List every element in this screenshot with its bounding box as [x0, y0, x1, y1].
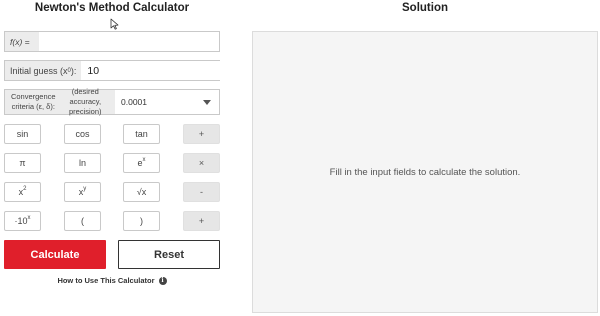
key-exp-superscript: x	[142, 157, 146, 163]
key-plus-2[interactable]: +	[183, 211, 220, 231]
convergence-select[interactable]: 0.0001	[115, 90, 219, 114]
function-label: f(x) =	[5, 32, 39, 51]
mouse-cursor-icon	[110, 18, 119, 30]
initial-guess-field: Initial guess (x 0):	[4, 60, 229, 81]
key-minus[interactable]: -	[183, 182, 220, 202]
key-tan[interactable]: tan	[123, 124, 160, 144]
key-power-superscript: y	[83, 186, 87, 192]
reset-button[interactable]: Reset	[118, 240, 220, 269]
convergence-field: Convergence criteria (ε, δ): (desired ac…	[4, 87, 220, 116]
key-power[interactable]: xy	[64, 182, 101, 202]
convergence-selected-value: 0.0001	[121, 97, 147, 107]
key-open-paren[interactable]: (	[64, 211, 101, 231]
convergence-label-line1: Convergence criteria (ε, δ):	[10, 92, 56, 111]
convergence-label-line2: (desired accuracy, precision)	[69, 87, 102, 116]
function-field: f(x) =	[4, 31, 220, 52]
key-exp[interactable]: ex	[123, 153, 160, 173]
key-square-superscript: 2	[23, 186, 27, 192]
key-cos[interactable]: cos	[64, 124, 101, 144]
calculator-title: Newton's Method Calculator	[34, 2, 190, 14]
initial-guess-label-end: ):	[70, 65, 77, 76]
key-times-ten-base: ·10	[14, 216, 28, 226]
key-plus[interactable]: +	[183, 124, 220, 144]
convergence-label: Convergence criteria (ε, δ): (desired ac…	[5, 87, 115, 116]
initial-guess-label-text: Initial guess (x	[10, 65, 68, 76]
initial-guess-input[interactable]	[81, 61, 229, 80]
solution-placeholder-message: Fill in the input fields to calculate th…	[329, 166, 521, 178]
key-multiply[interactable]: ×	[183, 153, 220, 173]
solution-panel: Fill in the input fields to calculate th…	[252, 31, 598, 313]
key-close-paren[interactable]: )	[123, 211, 160, 231]
chevron-down-icon	[203, 99, 211, 105]
calculate-button[interactable]: Calculate	[4, 240, 106, 269]
initial-guess-label: Initial guess (x 0):	[5, 61, 82, 80]
solution-title: Solution	[402, 2, 448, 14]
key-times-ten-power[interactable]: ·10 x	[4, 211, 41, 231]
key-square[interactable]: x2	[4, 182, 41, 202]
key-times-ten-superscript: x	[27, 215, 31, 221]
how-to-use-label: How to Use This Calculator	[57, 276, 155, 285]
key-ln[interactable]: ln	[64, 153, 101, 173]
function-input[interactable]	[39, 32, 219, 51]
key-pi[interactable]: π	[4, 153, 41, 173]
key-sqrt[interactable]: √x	[123, 182, 160, 202]
info-icon: i	[158, 276, 167, 285]
key-sin[interactable]: sin	[4, 124, 41, 144]
how-to-use-link[interactable]: How to Use This Calculator i	[0, 276, 224, 285]
